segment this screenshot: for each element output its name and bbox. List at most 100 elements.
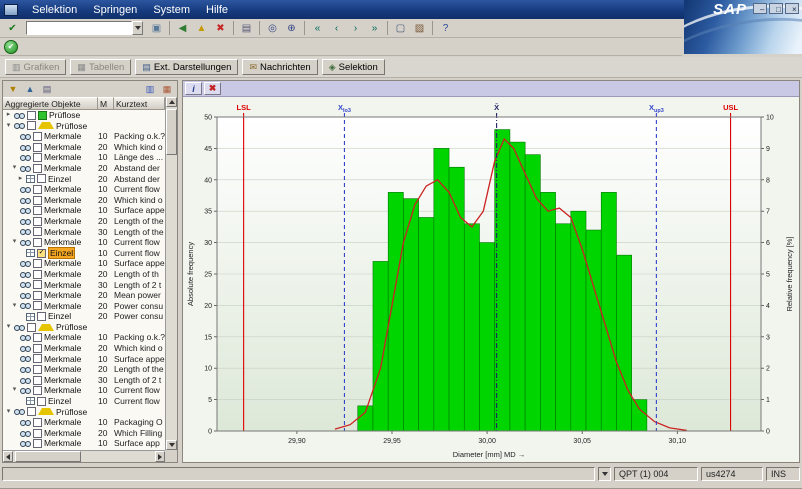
tree-row[interactable]: ▾Merkmale20Power consu bbox=[3, 301, 165, 312]
row-checkbox[interactable] bbox=[33, 206, 42, 215]
find-icon[interactable]: ◎ bbox=[263, 20, 282, 36]
info-button[interactable]: i bbox=[185, 82, 202, 95]
menu-item-selektion[interactable]: Selektion bbox=[24, 4, 85, 16]
filter-icon[interactable]: ▼ bbox=[5, 82, 21, 96]
tree-expander-icon[interactable]: ▾ bbox=[5, 407, 12, 418]
first-page-icon[interactable]: « bbox=[308, 20, 327, 36]
tree-row[interactable]: Merkmale20Which kind o bbox=[3, 343, 165, 354]
tree-row[interactable]: Merkmale10Surface appe bbox=[3, 205, 165, 216]
tree-horizontal-scrollbar[interactable] bbox=[3, 450, 165, 462]
back-icon[interactable]: ◀ bbox=[173, 20, 192, 36]
row-checkbox[interactable] bbox=[33, 280, 42, 289]
tree-row[interactable]: ✓Einzel10Current flow bbox=[3, 248, 165, 259]
tree-row[interactable]: Merkmale10Surface app bbox=[3, 438, 165, 449]
tree-expander-icon[interactable]: ▾ bbox=[11, 385, 18, 396]
message-history-button[interactable] bbox=[598, 467, 611, 481]
last-page-icon[interactable]: » bbox=[365, 20, 384, 36]
row-checkbox[interactable] bbox=[33, 354, 42, 363]
row-checkbox[interactable] bbox=[33, 429, 42, 438]
horizontal-scroll-track[interactable] bbox=[13, 451, 155, 462]
tree-row[interactable]: ▾Merkmale20Abstand der bbox=[3, 163, 165, 174]
row-checkbox[interactable] bbox=[37, 312, 46, 321]
row-checkbox[interactable] bbox=[37, 397, 46, 406]
row-checkbox[interactable] bbox=[33, 185, 42, 194]
row-checkbox[interactable] bbox=[33, 132, 42, 141]
tree-row[interactable]: Merkmale20Which kind o bbox=[3, 195, 165, 206]
enter-button[interactable]: ✔ bbox=[3, 20, 22, 36]
tree-row[interactable]: Merkmale10Current flow bbox=[3, 184, 165, 195]
close-button[interactable]: × bbox=[785, 3, 799, 14]
menu-item-hilfe[interactable]: Hilfe bbox=[198, 4, 236, 16]
menu-item-system[interactable]: System bbox=[145, 4, 198, 16]
tree-row[interactable]: Merkmale10Packing o.k.? bbox=[3, 131, 165, 142]
tree-vertical-scrollbar[interactable] bbox=[165, 97, 177, 450]
vertical-scroll-track[interactable] bbox=[166, 107, 177, 440]
command-input[interactable] bbox=[26, 21, 132, 35]
menu-item-springen[interactable]: Springen bbox=[85, 4, 145, 16]
row-checkbox[interactable] bbox=[33, 196, 42, 205]
row-checkbox[interactable] bbox=[33, 291, 42, 300]
save-icon[interactable]: ▣ bbox=[147, 20, 166, 36]
row-checkbox[interactable] bbox=[33, 439, 42, 448]
row-checkbox[interactable] bbox=[33, 301, 42, 310]
vertical-scroll-thumb[interactable] bbox=[166, 109, 177, 155]
tree-row[interactable]: Merkmale20Length of the bbox=[3, 364, 165, 375]
tree-row[interactable]: ▾Prüflose bbox=[3, 407, 165, 418]
new-session-icon[interactable]: ▢ bbox=[391, 20, 410, 36]
row-checkbox[interactable] bbox=[33, 376, 42, 385]
tree-row[interactable]: Einzel10Current flow bbox=[3, 396, 165, 407]
row-checkbox[interactable] bbox=[37, 174, 46, 183]
chart-view-icon[interactable]: ▥ bbox=[142, 82, 158, 96]
row-checkbox[interactable] bbox=[27, 407, 36, 416]
find-next-icon[interactable]: ⊕ bbox=[282, 20, 301, 36]
table-view-icon[interactable]: ▦ bbox=[159, 82, 175, 96]
row-checkbox[interactable] bbox=[33, 153, 42, 162]
row-checkbox[interactable] bbox=[27, 111, 36, 120]
shortcut-icon[interactable]: ▨ bbox=[410, 20, 429, 36]
exit-icon[interactable]: ▲ bbox=[192, 20, 211, 36]
close-chart-button[interactable]: ✖ bbox=[204, 82, 221, 95]
row-checkbox[interactable] bbox=[33, 365, 42, 374]
maximize-button[interactable]: □ bbox=[769, 3, 783, 14]
tree-row[interactable]: ▾Prüflose bbox=[3, 322, 165, 333]
system-menu-icon[interactable] bbox=[4, 4, 18, 16]
row-checkbox[interactable] bbox=[27, 121, 36, 130]
next-page-icon[interactable]: › bbox=[346, 20, 365, 36]
nachrichten-button[interactable]: ✉Nachrichten bbox=[242, 59, 317, 75]
minimize-button[interactable]: – bbox=[753, 3, 767, 14]
tree-row[interactable]: Merkmale30Length of 2 t bbox=[3, 375, 165, 386]
tabellen-button[interactable]: ▦Tabellen bbox=[70, 59, 131, 75]
row-checkbox[interactable] bbox=[33, 270, 42, 279]
tree-row[interactable]: Merkmale20Length of the bbox=[3, 216, 165, 227]
tree-row[interactable]: Merkmale20Which Filling bbox=[3, 428, 165, 439]
tree-row[interactable]: ▸Prüflose bbox=[3, 110, 165, 121]
tree-row[interactable]: Merkmale20Mean power bbox=[3, 290, 165, 301]
tree-row[interactable]: Merkmale10Packaging O bbox=[3, 417, 165, 428]
tree-expander-icon[interactable]: ▾ bbox=[5, 121, 12, 132]
row-checkbox[interactable] bbox=[33, 143, 42, 152]
command-dropdown-button[interactable] bbox=[132, 21, 143, 35]
selektion-button[interactable]: ◈Selektion bbox=[322, 59, 385, 75]
tree-row[interactable]: Merkmale20Length of th bbox=[3, 269, 165, 280]
horizontal-scroll-thumb[interactable] bbox=[15, 451, 81, 462]
tree-row[interactable]: Merkmale10Länge des ... bbox=[3, 152, 165, 163]
tree-row[interactable]: Merkmale10Surface appe bbox=[3, 258, 165, 269]
tree-expander-icon[interactable]: ▸ bbox=[17, 174, 24, 185]
tree-row[interactable]: Merkmale10Surface appe bbox=[3, 354, 165, 365]
tree-row[interactable]: ▸Einzel20Abstand der bbox=[3, 174, 165, 185]
grafiken-button[interactable]: ▥Grafiken bbox=[5, 59, 66, 75]
row-checkbox[interactable] bbox=[33, 333, 42, 342]
scroll-right-button[interactable] bbox=[155, 451, 165, 462]
tree-expander-icon[interactable]: ▾ bbox=[11, 301, 18, 312]
row-checkbox[interactable] bbox=[33, 217, 42, 226]
tree-row[interactable]: Merkmale30Length of 2 t bbox=[3, 280, 165, 291]
tree-row[interactable]: Einzel20Power consu bbox=[3, 311, 165, 322]
tree-expander-icon[interactable]: ▸ bbox=[5, 110, 12, 121]
tree-expander-icon[interactable]: ▾ bbox=[11, 163, 18, 174]
row-checkbox[interactable] bbox=[33, 418, 42, 427]
print-icon[interactable]: ▤ bbox=[39, 82, 55, 96]
tree-row[interactable]: ▾Prüflose bbox=[3, 121, 165, 132]
scroll-down-button[interactable] bbox=[166, 440, 177, 450]
tree-row[interactable]: Merkmale30Length of the bbox=[3, 227, 165, 238]
row-checkbox[interactable] bbox=[33, 259, 42, 268]
